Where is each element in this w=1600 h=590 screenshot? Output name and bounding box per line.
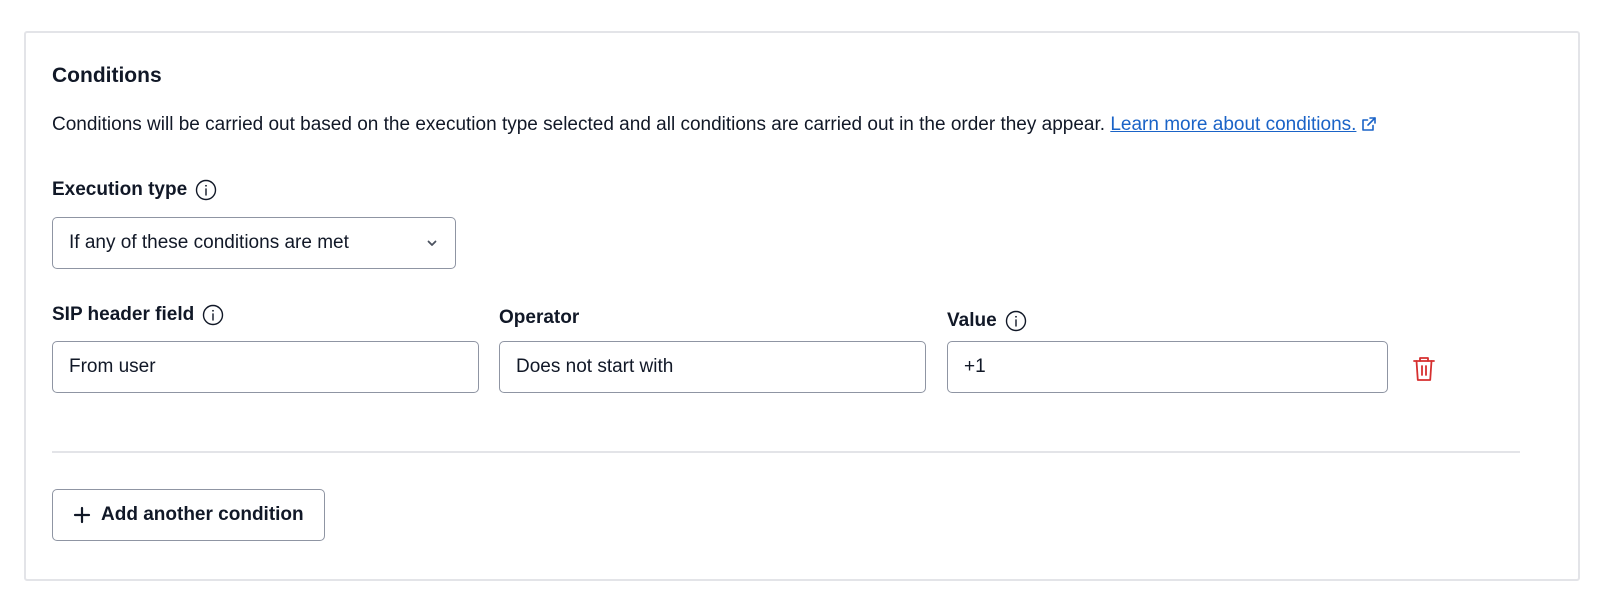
operator-select[interactable]: Does not start with: [499, 341, 926, 393]
value-label: Value: [947, 310, 997, 331]
section-divider: [52, 451, 1520, 453]
value-label-group: Value: [947, 310, 1027, 332]
trash-icon[interactable]: [1410, 354, 1438, 384]
value-input[interactable]: +1: [947, 341, 1388, 393]
operator-value: Does not start with: [516, 356, 674, 377]
section-description: Conditions will be carried out based on …: [52, 114, 1377, 138]
execution-type-label: Execution type: [52, 179, 188, 200]
value-input-text: +1: [964, 356, 986, 377]
chevron-down-icon: [425, 236, 439, 250]
learn-more-link-text: Learn more about conditions.: [1110, 114, 1357, 135]
info-icon[interactable]: [202, 304, 224, 326]
sip-header-label-group: SIP header field: [52, 304, 224, 326]
execution-type-value: If any of these conditions are met: [69, 232, 349, 253]
info-icon[interactable]: [1005, 310, 1027, 332]
info-icon[interactable]: [195, 179, 217, 201]
sip-header-field-select[interactable]: From user: [52, 341, 479, 393]
section-title: Conditions: [52, 64, 162, 87]
external-link-icon[interactable]: [1361, 116, 1377, 138]
sip-header-label: SIP header field: [52, 304, 195, 325]
add-condition-button[interactable]: Add another condition: [52, 489, 325, 541]
execution-type-select[interactable]: If any of these conditions are met: [52, 217, 456, 269]
plus-icon: [73, 506, 91, 524]
execution-type-label-group: Execution type: [52, 179, 217, 201]
operator-label-group: Operator: [499, 307, 579, 329]
learn-more-link[interactable]: Learn more about conditions.: [1110, 114, 1356, 135]
add-condition-label: Add another condition: [101, 504, 304, 525]
sip-header-value: From user: [69, 356, 156, 377]
operator-label: Operator: [499, 307, 580, 328]
description-text: Conditions will be carried out based on …: [52, 114, 1106, 135]
